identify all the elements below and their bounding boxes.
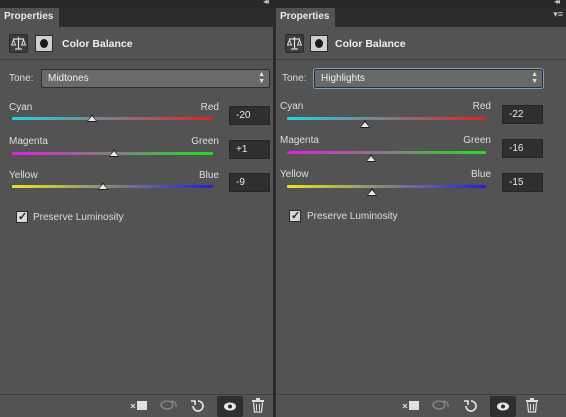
tone-select-value: Highlights	[321, 73, 365, 84]
tone-select[interactable]: Midtones ▲ ▼	[41, 69, 270, 88]
cyan-red-slider-handle[interactable]	[87, 114, 98, 122]
view-previous-state-icon[interactable]	[158, 398, 180, 414]
cyan-red-track[interactable]	[287, 117, 486, 120]
cyan-red-value-input[interactable]: -20	[229, 106, 270, 125]
scales-icon	[286, 37, 303, 50]
cyan-red-slider-handle[interactable]	[359, 120, 370, 128]
slider-magenta-label: Magenta	[280, 135, 319, 146]
yellow-blue-slider-handle[interactable]	[98, 182, 109, 190]
properties-panel-left: ◂◂ Properties Color Balance Tone: Midton…	[0, 0, 273, 417]
panel-footer	[276, 394, 566, 417]
color-balance-icon[interactable]	[9, 34, 28, 53]
clip-to-layer-icon[interactable]	[128, 398, 150, 414]
magenta-green-value-input[interactable]: +1	[229, 140, 270, 159]
cyan-red-value-input[interactable]: -22	[502, 105, 543, 124]
slider-green-label: Green	[191, 136, 219, 147]
preserve-luminosity-checkbox[interactable]: ✓	[289, 210, 301, 222]
tab-bar: Properties	[0, 8, 273, 27]
yellow-blue-track[interactable]	[12, 185, 213, 188]
trash-icon[interactable]	[522, 398, 542, 414]
collapse-panels-icon[interactable]: ◂◂	[554, 0, 560, 6]
tab-properties[interactable]: Properties	[276, 8, 336, 27]
yellow-blue-value-input[interactable]: -15	[502, 173, 543, 192]
layer-mask-icon[interactable]	[35, 35, 53, 52]
view-previous-state-icon[interactable]	[430, 398, 452, 414]
cyan-red-track[interactable]	[12, 117, 213, 120]
slider-red-label: Red	[200, 102, 219, 113]
reset-icon[interactable]	[187, 398, 209, 414]
tone-select-value: Midtones	[48, 73, 89, 84]
layer-mask-icon[interactable]	[310, 35, 328, 52]
adjustment-title: Color Balance	[335, 38, 406, 50]
adjustment-header: Color Balance	[276, 27, 566, 60]
slider-red-label: Red	[472, 101, 491, 112]
magenta-green-value-input[interactable]: -16	[502, 139, 543, 158]
tone-label: Tone:	[9, 73, 34, 84]
slider-cyan-label: Cyan	[280, 101, 304, 112]
checkmark-icon: ✓	[291, 210, 301, 222]
properties-panel-right: ◂◂ Properties ▾≡ Color Balance Tone: Hig…	[276, 0, 566, 417]
slider-magenta-label: Magenta	[9, 136, 48, 147]
checkmark-icon: ✓	[18, 211, 28, 223]
preserve-luminosity-label: Preserve Luminosity	[307, 211, 398, 222]
visibility-toggle[interactable]	[490, 396, 516, 417]
panel-content: Color Balance Tone: Highlights ▲ ▼ Cyan R…	[276, 27, 566, 417]
reset-icon[interactable]	[460, 398, 482, 414]
slider-cyan-label: Cyan	[9, 102, 33, 113]
adjustment-title: Color Balance	[62, 38, 133, 50]
clip-to-layer-icon[interactable]	[400, 398, 422, 414]
magenta-green-track[interactable]	[287, 151, 486, 154]
slider-blue-label: Blue	[198, 170, 219, 181]
select-arrows-icon: ▲ ▼	[531, 71, 538, 85]
tone-select[interactable]: Highlights ▲ ▼	[314, 69, 543, 88]
magenta-green-slider-handle[interactable]	[108, 149, 119, 157]
panel-content: Color Balance Tone: Midtones ▲ ▼ Cyan Red…	[0, 27, 273, 417]
panel-menu-icon[interactable]: ▾≡	[553, 9, 563, 20]
color-balance-icon[interactable]	[285, 34, 304, 53]
adjustment-header: Color Balance	[0, 27, 273, 60]
trash-icon[interactable]	[248, 398, 268, 414]
tab-properties[interactable]: Properties	[0, 8, 60, 27]
slider-green-label: Green	[463, 135, 491, 146]
select-arrows-icon: ▲ ▼	[258, 71, 265, 85]
scales-icon	[10, 37, 27, 50]
panel-top-strip: ◂◂	[0, 0, 273, 8]
slider-yellow-label: Yellow	[9, 170, 38, 181]
panel-top-strip: ◂◂	[276, 0, 566, 8]
yellow-blue-slider-handle[interactable]	[366, 188, 377, 196]
tab-bar: Properties ▾≡	[276, 8, 566, 27]
tone-label: Tone:	[282, 73, 307, 84]
preserve-luminosity-checkbox[interactable]: ✓	[16, 211, 28, 223]
panel-footer	[0, 394, 273, 417]
slider-blue-label: Blue	[470, 169, 491, 180]
preserve-luminosity-label: Preserve Luminosity	[33, 212, 124, 223]
yellow-blue-value-input[interactable]: -9	[229, 173, 270, 192]
visibility-eye-icon	[497, 402, 509, 411]
magenta-green-slider-handle[interactable]	[365, 154, 376, 162]
yellow-blue-track[interactable]	[287, 185, 486, 188]
slider-yellow-label: Yellow	[280, 169, 309, 180]
collapse-panels-icon[interactable]: ◂◂	[263, 0, 269, 6]
visibility-eye-icon	[224, 402, 236, 411]
visibility-toggle[interactable]	[217, 396, 243, 417]
